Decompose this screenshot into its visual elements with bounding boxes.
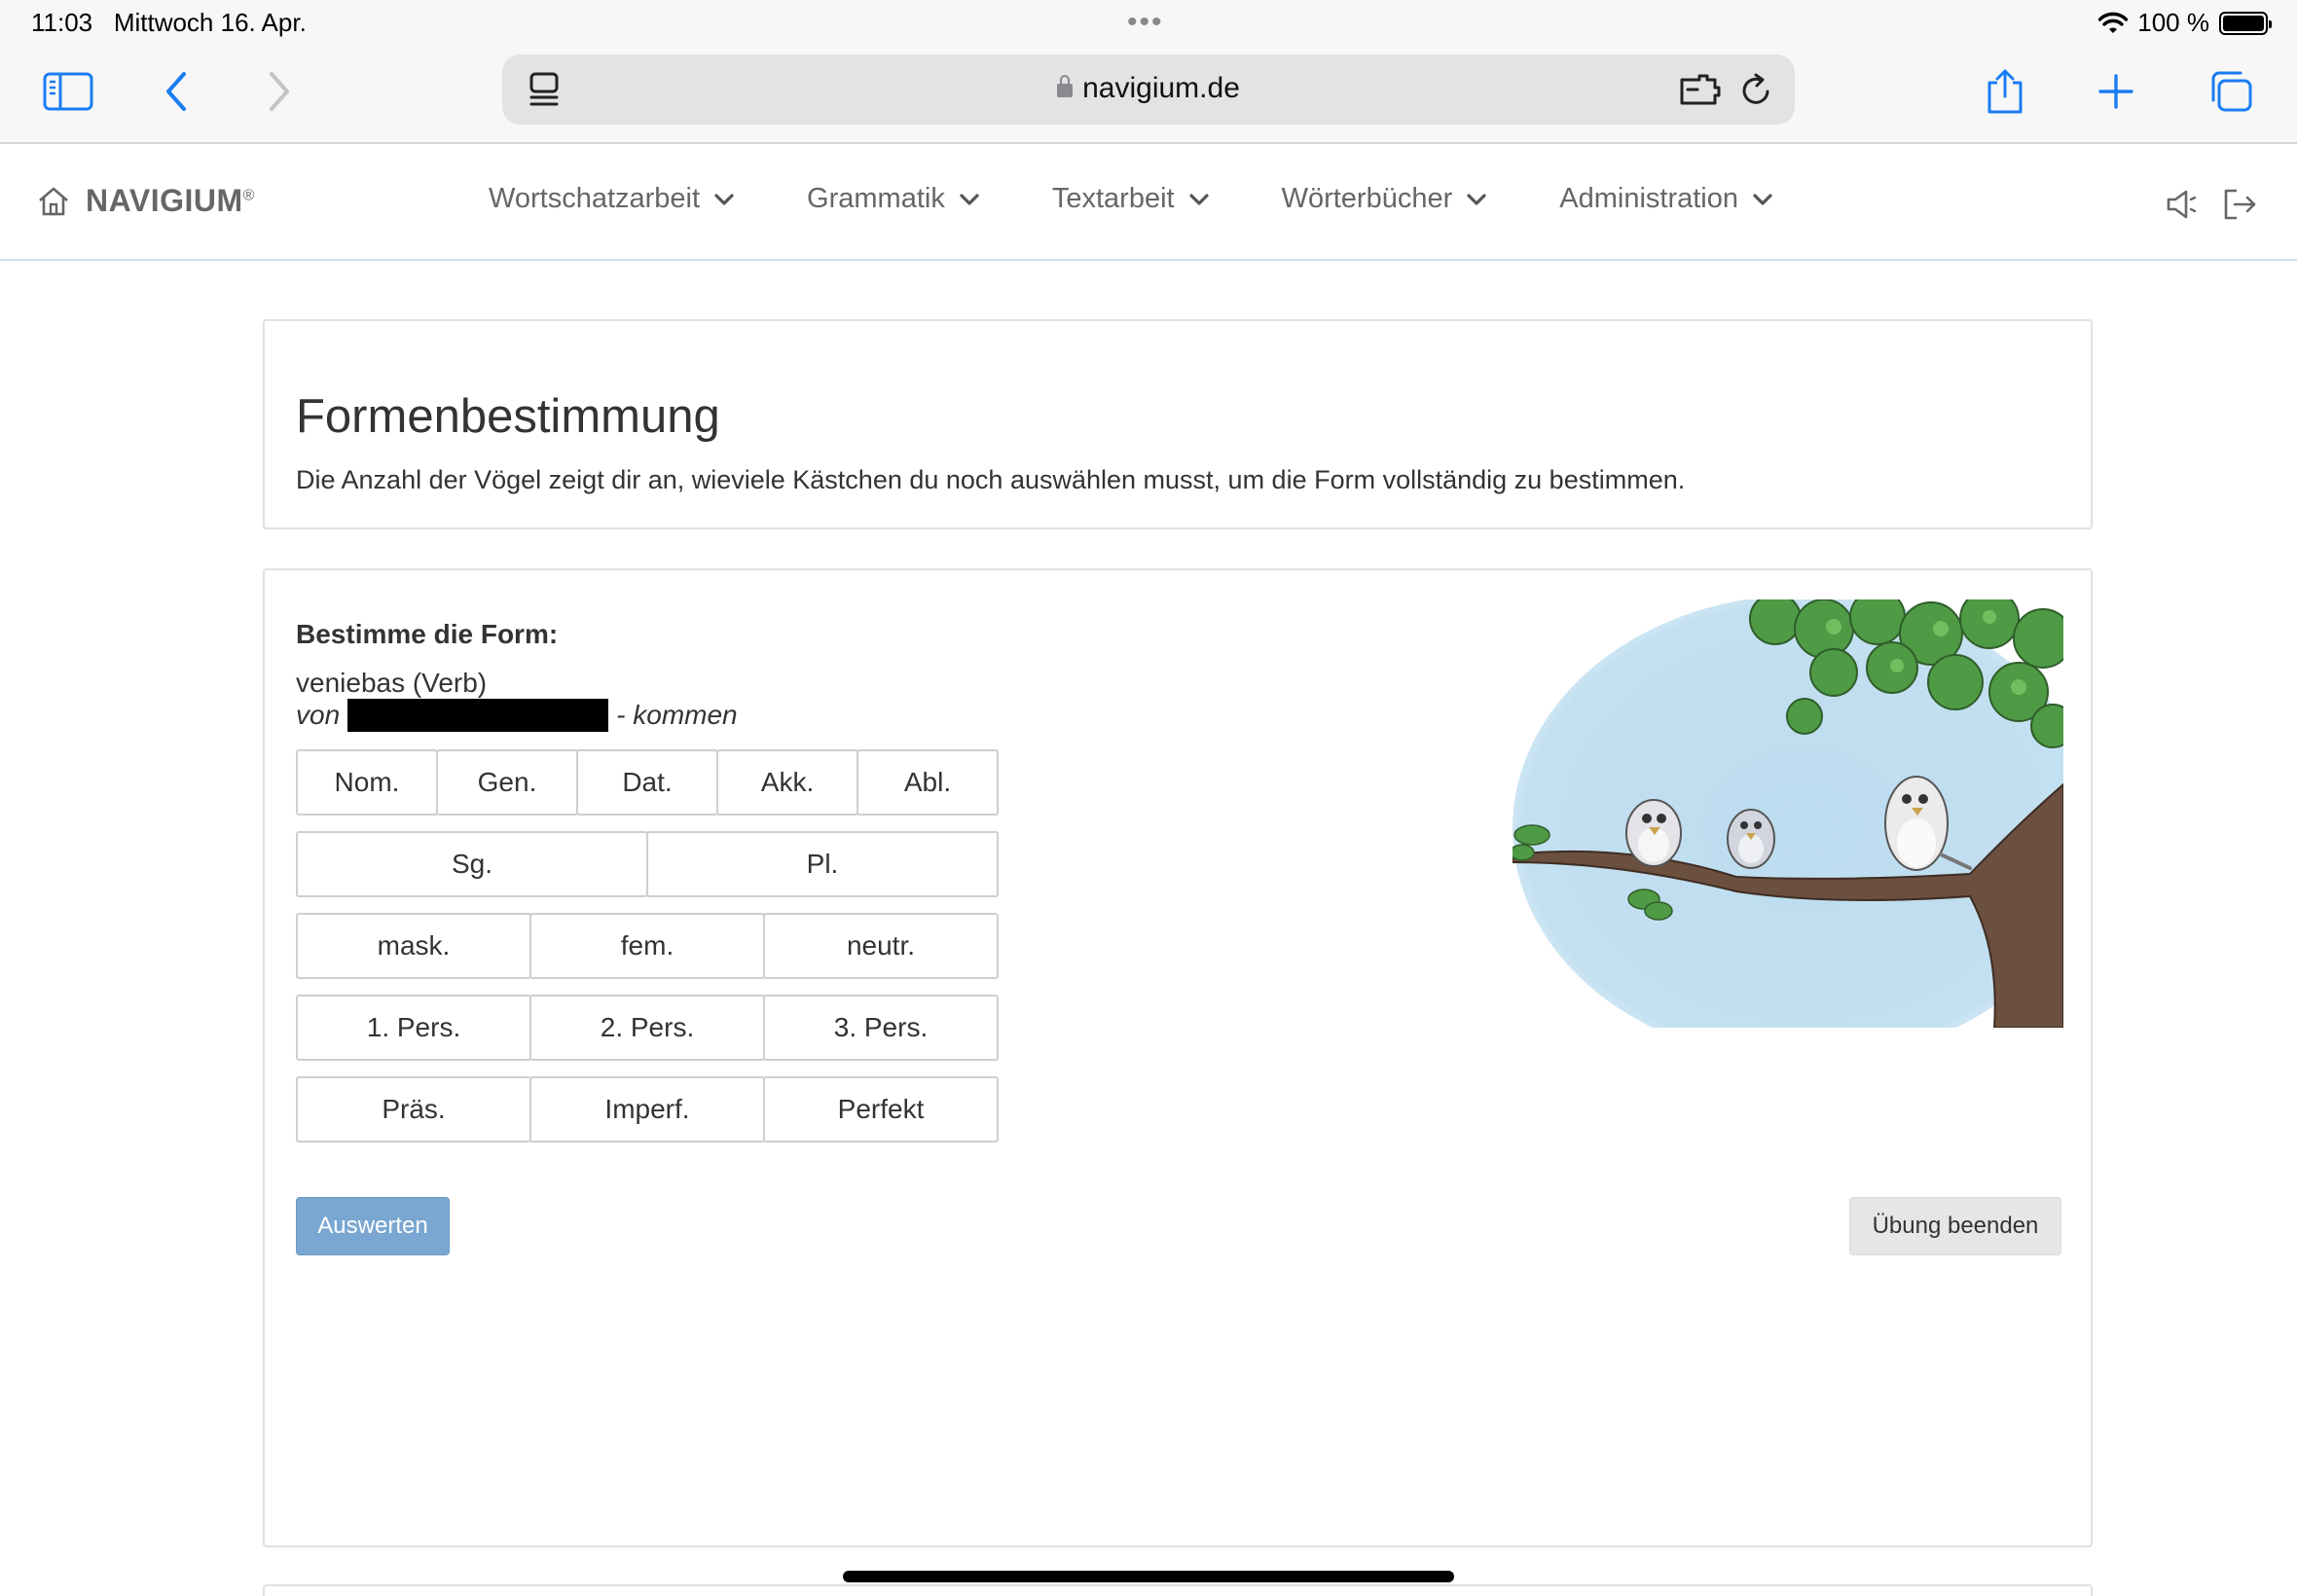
option-2-pers[interactable]: 2. Pers.: [529, 995, 765, 1061]
person-options: 1. Pers. 2. Pers. 3. Pers.: [296, 995, 999, 1061]
lock-icon: [1057, 75, 1074, 97]
battery-icon: [2219, 11, 2272, 35]
brand-link[interactable]: NAVIGIUM®: [37, 183, 255, 219]
multitask-dots-icon[interactable]: •••: [1127, 8, 1164, 37]
status-clock: 11:03 Mittwoch 16. Apr.: [31, 8, 307, 38]
chevron-down-icon: [1188, 193, 1209, 205]
address-bar[interactable]: navigium.de: [502, 54, 1795, 125]
task-lemma: von - kommen: [296, 699, 738, 732]
back-icon[interactable]: [148, 62, 206, 121]
registered-mark: ®: [242, 187, 255, 204]
redacted-lemma: [347, 699, 609, 732]
lemma-prefix: von: [296, 700, 341, 730]
chevron-down-icon: [1753, 193, 1772, 205]
lemma-suffix: - kommen: [616, 700, 738, 730]
birds-on-branch-illustration: [1513, 599, 2063, 1028]
extensions-icon[interactable]: [1678, 74, 1721, 112]
option-1-pers[interactable]: 1. Pers.: [296, 995, 531, 1061]
number-options: Sg. Pl.: [296, 831, 999, 897]
option-fem[interactable]: fem.: [529, 913, 765, 979]
option-akk[interactable]: Akk.: [716, 749, 858, 816]
option-mask[interactable]: mask.: [296, 913, 531, 979]
home-indicator: [843, 1571, 1454, 1582]
next-card-edge: [263, 1584, 2093, 1596]
header-card: Formenbestimmung Die Anzahl der Vögel ze…: [263, 319, 2093, 529]
gender-options: mask. fem. neutr.: [296, 913, 999, 979]
tabs-overview-icon[interactable]: [2202, 62, 2260, 121]
end-exercise-button[interactable]: Übung beenden: [1849, 1197, 2061, 1255]
battery-percent: 100 %: [2137, 8, 2209, 37]
browser-toolbar: navigium.de: [0, 45, 2297, 144]
chevron-down-icon: [1467, 193, 1486, 205]
menu-wortschatzarbeit[interactable]: Wortschatzarbeit: [489, 183, 735, 215]
url-text: navigium.de: [1082, 72, 1240, 104]
status-time: 11:03: [31, 8, 93, 37]
option-praes[interactable]: Präs.: [296, 1076, 531, 1143]
case-options: Nom. Gen. Dat. Akk. Abl.: [296, 749, 999, 816]
task-word: veniebas (Verb): [296, 668, 488, 698]
main-menu: Wortschatzarbeit Grammatik Textarbeit Wö…: [489, 183, 1845, 215]
option-nom[interactable]: Nom.: [296, 749, 438, 816]
option-perfekt[interactable]: Perfekt: [763, 1076, 999, 1143]
url-display[interactable]: navigium.de: [502, 72, 1795, 105]
menu-administration[interactable]: Administration: [1559, 183, 1773, 215]
task-label: Bestimme die Form:: [296, 619, 559, 649]
option-3-pers[interactable]: 3. Pers.: [763, 995, 999, 1061]
reload-icon[interactable]: [1738, 72, 1773, 114]
option-neutr[interactable]: neutr.: [763, 913, 999, 979]
forward-icon[interactable]: [249, 62, 308, 121]
speaker-icon[interactable]: [2165, 187, 2200, 222]
new-tab-icon[interactable]: [2087, 62, 2145, 121]
option-abl[interactable]: Abl.: [857, 749, 999, 816]
home-icon: [39, 187, 68, 215]
status-bar: 11:03 Mittwoch 16. Apr. ••• 100 %: [0, 0, 2297, 45]
chevron-down-icon: [714, 193, 734, 205]
option-dat[interactable]: Dat.: [576, 749, 718, 816]
option-pl[interactable]: Pl.: [646, 831, 999, 897]
exercise-card: Bestimme die Form: veniebas (Verb) von -…: [263, 568, 2093, 1547]
share-icon[interactable]: [1976, 62, 2034, 121]
option-gen[interactable]: Gen.: [436, 749, 578, 816]
wifi-icon: [2098, 12, 2129, 33]
brand-name: NAVIGIUM®: [86, 183, 255, 218]
tense-options: Präs. Imperf. Perfekt: [296, 1076, 999, 1143]
option-imperf[interactable]: Imperf.: [529, 1076, 765, 1143]
status-date: Mittwoch 16. Apr.: [113, 8, 307, 37]
sidebar-toggle-icon[interactable]: [39, 62, 97, 121]
evaluate-button[interactable]: Auswerten: [296, 1197, 450, 1255]
menu-woerterbuecher[interactable]: Wörterbücher: [1282, 183, 1488, 215]
page-description: Die Anzahl der Vögel zeigt dir an, wievi…: [296, 465, 1686, 494]
nav-actions: [2165, 187, 2258, 222]
status-indicators: 100 %: [2098, 8, 2272, 38]
page-title: Formenbestimmung: [296, 390, 720, 443]
menu-grammatik[interactable]: Grammatik: [807, 183, 980, 215]
menu-textarbeit[interactable]: Textarbeit: [1052, 183, 1210, 215]
option-sg[interactable]: Sg.: [296, 831, 648, 897]
chevron-down-icon: [960, 193, 979, 205]
logout-icon[interactable]: [2221, 187, 2258, 222]
site-navbar: NAVIGIUM® Wortschatzarbeit Grammatik Tex…: [0, 146, 2297, 261]
